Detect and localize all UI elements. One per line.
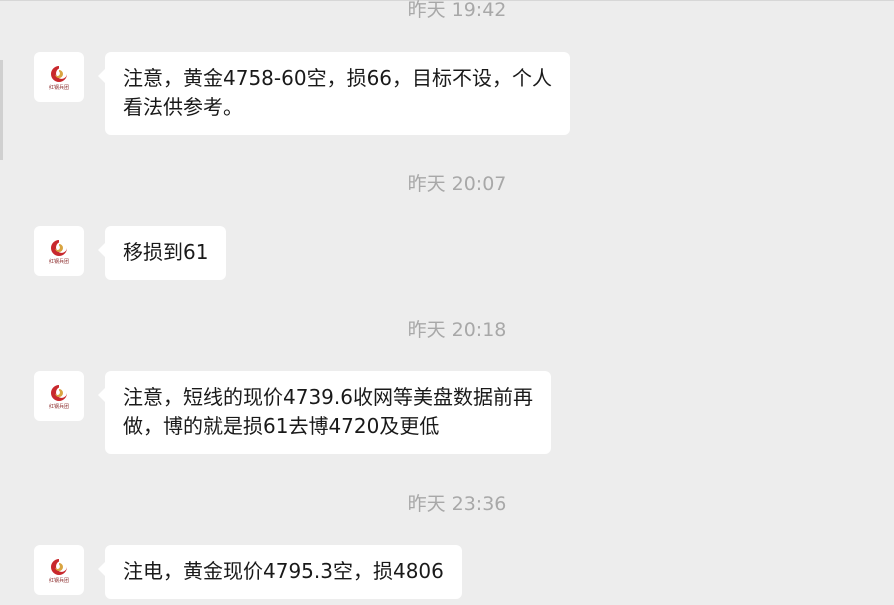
logo-icon <box>51 384 67 401</box>
message-line: 注电，黄金现价4795.3空，损4806 <box>123 559 444 583</box>
timestamp: 昨天 20:07 <box>407 173 507 195</box>
timestamp: 昨天 20:18 <box>407 319 507 341</box>
avatar-brand-text: 红钢兵团 <box>48 84 69 91</box>
chat-message: 红钢兵团 注电，黄金现价4795.3空，损4806 <box>34 545 462 599</box>
logo-icon <box>51 65 67 82</box>
message-line: 注意，黄金4758-60空，损66，目标不设，个人 <box>123 66 553 90</box>
message-line: 看法供参考。 <box>123 95 243 119</box>
chat-message: 红钢兵团 移损到61 <box>34 226 227 280</box>
message-bubble[interactable]: 注意，黄金4758-60空，损66，目标不设，个人 看法供参考。 <box>97 52 571 135</box>
chat-message: 红钢兵团 注意，黄金4758-60空，损66，目标不设，个人 看法供参考。 <box>34 52 571 135</box>
timestamp: 昨天 19:42 <box>407 0 507 21</box>
message-line: 注意，短线的现价4739.6收网等美盘数据前再 <box>123 385 533 409</box>
message-bubble[interactable]: 移损到61 <box>97 226 227 280</box>
avatar-brand-text: 红钢兵团 <box>48 403 69 410</box>
chat-message: 红钢兵团 注意，短线的现价4739.6收网等美盘数据前再 做，博的就是损61去博… <box>34 371 551 454</box>
avatar[interactable]: 红钢兵团 <box>34 52 84 102</box>
left-scroll-edge <box>0 60 3 160</box>
avatar[interactable]: 红钢兵团 <box>34 545 84 595</box>
logo-icon <box>51 239 67 256</box>
avatar[interactable]: 红钢兵团 <box>34 226 84 276</box>
logo-icon <box>51 558 67 575</box>
message-bubble[interactable]: 注意，短线的现价4739.6收网等美盘数据前再 做，博的就是损61去博4720及… <box>98 371 551 454</box>
avatar-brand-text: 红钢兵团 <box>48 258 69 265</box>
avatar-brand-text: 红钢兵团 <box>48 577 69 584</box>
message-bubble[interactable]: 注电，黄金现价4795.3空，损4806 <box>98 545 462 599</box>
timestamp: 昨天 23:36 <box>407 493 507 515</box>
message-line: 做，博的就是损61去博4720及更低 <box>123 414 440 438</box>
avatar[interactable]: 红钢兵团 <box>34 371 84 421</box>
message-line: 移损到61 <box>123 240 209 264</box>
